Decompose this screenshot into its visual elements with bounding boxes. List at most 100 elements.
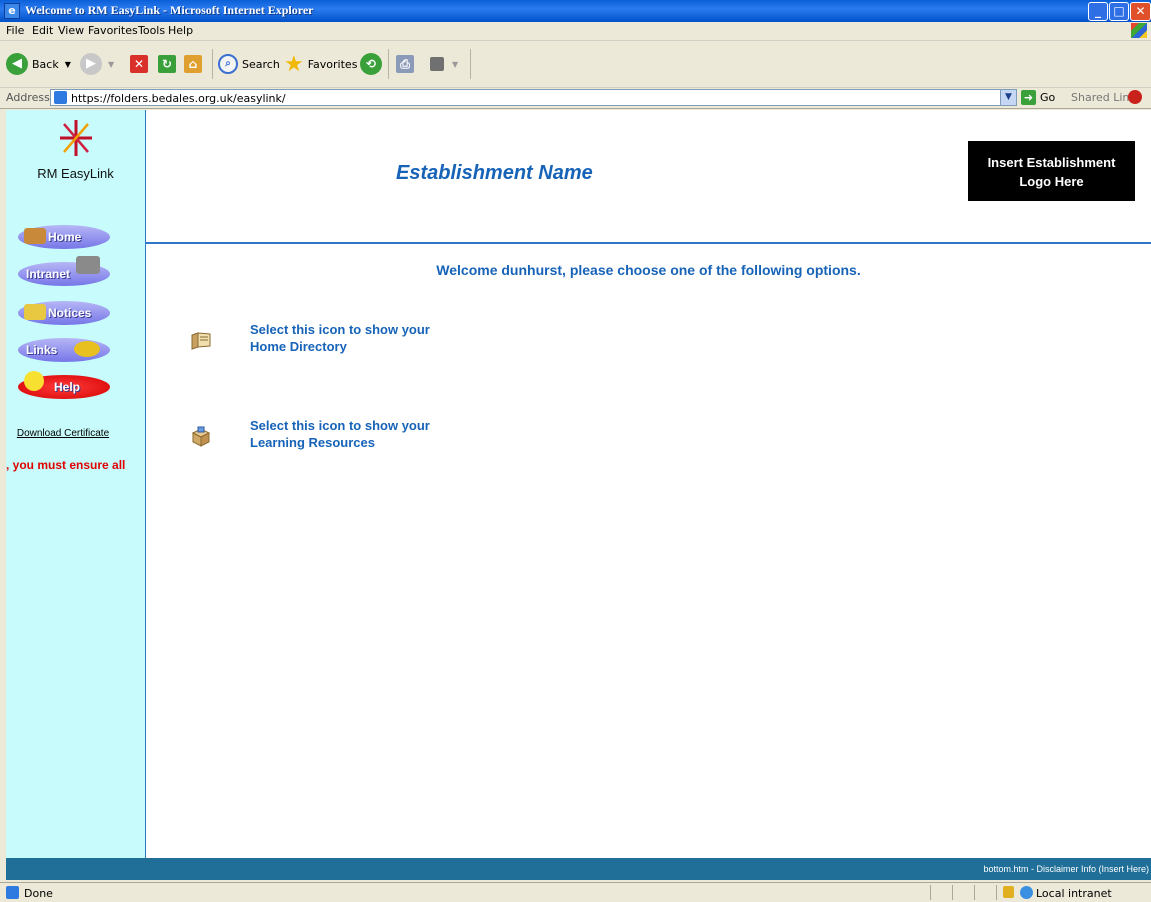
learning-resources-option[interactable]: Select this icon to show your Learning R… — [190, 417, 430, 451]
home-directory-line2[interactable]: Home Directory — [250, 338, 430, 355]
search-button[interactable]: ⌕ Search — [218, 51, 280, 77]
nav-links-label: Links — [26, 343, 58, 357]
forward-arrow-icon: ▶ — [80, 53, 102, 75]
history-button[interactable]: ⟲ — [360, 51, 382, 77]
print-icon: ⎙ — [396, 55, 414, 73]
forward-dropdown-icon[interactable]: ▼ — [108, 60, 114, 69]
nav-intranet-button[interactable]: Intranet — [18, 256, 110, 286]
page-status-icon — [6, 886, 19, 899]
window-title: Welcome to RM EasyLink - Microsoft Inter… — [25, 3, 314, 17]
logo-placeholder-line1: Insert Establishment — [987, 155, 1116, 170]
globe-icon — [1020, 886, 1033, 899]
nav-notices-label: Notices — [48, 306, 92, 320]
rm-star-logo-icon — [60, 120, 92, 156]
nav-notices-button[interactable]: Notices — [18, 301, 110, 325]
toolbar-separator — [212, 49, 213, 79]
establishment-logo-placeholder: Insert Establishment Logo Here — [968, 141, 1135, 201]
print-button[interactable]: ⎙ — [396, 51, 414, 77]
stop-button[interactable]: ✕ — [130, 51, 148, 77]
search-icon: ⌕ — [218, 54, 238, 74]
lightbulb-icon — [24, 371, 44, 391]
edit-dropdown-icon[interactable]: ▼ — [452, 60, 458, 69]
go-arrow-icon: ➜ — [1021, 90, 1036, 105]
home-button[interactable]: ⌂ — [184, 51, 202, 77]
minimize-button[interactable]: _ — [1088, 2, 1108, 21]
maximize-button[interactable]: □ — [1109, 2, 1129, 21]
status-divider — [974, 885, 975, 900]
go-button[interactable]: ➜ Go — [1021, 90, 1055, 105]
learning-resources-line1[interactable]: Select this icon to show your — [250, 417, 430, 434]
footer-disclaimer: bottom.htm - Disclaimer Info (Insert Her… — [983, 864, 1149, 874]
chain-link-icon — [74, 341, 100, 357]
page-icon — [54, 91, 67, 104]
security-zone: Local intranet — [1036, 887, 1112, 900]
edit-icon — [430, 57, 444, 71]
ie-icon: e — [4, 3, 20, 19]
house-icon — [24, 228, 46, 244]
back-arrow-icon: ◀ — [6, 53, 28, 75]
back-label: Back — [32, 57, 59, 71]
title-bar: e Welcome to RM EasyLink - Microsoft Int… — [0, 0, 1151, 22]
menu-view[interactable]: View — [58, 24, 84, 37]
download-certificate-link[interactable]: Download Certificate — [6, 428, 120, 439]
folder-icon[interactable] — [190, 329, 212, 351]
stop-icon: ✕ — [130, 55, 148, 73]
menu-file[interactable]: File — [6, 24, 24, 37]
status-divider — [996, 885, 997, 900]
nav-intranet-label: Intranet — [26, 267, 71, 281]
address-dropdown-icon[interactable]: ▼ — [1000, 90, 1016, 105]
back-button[interactable]: ◀ Back ▼ — [6, 51, 71, 77]
menu-favorites[interactable]: Favorites — [88, 24, 138, 37]
header-divider — [146, 242, 1151, 244]
home-directory-option[interactable]: Select this icon to show your Home Direc… — [190, 321, 430, 355]
certificate-warning-text: , you must ensure all — [6, 458, 126, 472]
home-icon: ⌂ — [184, 55, 202, 73]
history-icon: ⟲ — [360, 53, 382, 75]
address-url[interactable]: https://folders.bedales.org.uk/easylink/ — [71, 92, 286, 105]
menu-edit[interactable]: Edit — [32, 24, 53, 37]
logo-placeholder-line2: Logo Here — [1019, 174, 1084, 189]
star-icon: ★ — [284, 51, 304, 77]
main-content: Establishment Name Insert Establishment … — [146, 110, 1151, 858]
menu-bar: File Edit View Favorites Tools Help — [0, 22, 1151, 41]
nav-home-button[interactable]: Home — [18, 225, 110, 249]
status-text: Done — [24, 887, 53, 900]
toolbar: ◀ Back ▼ ▶ ▼ ✕ ↻ ⌂ ⌕ Search ★ Favorites … — [0, 41, 1151, 88]
address-input[interactable]: https://folders.bedales.org.uk/easylink/… — [50, 89, 1017, 106]
go-label: Go — [1040, 91, 1056, 104]
address-label: Address — [6, 91, 50, 104]
brand-name: RM EasyLink — [37, 166, 114, 181]
edit-button[interactable]: ▼ — [430, 51, 458, 77]
notices-icon — [24, 304, 46, 320]
favorites-label: Favorites — [307, 57, 358, 71]
refresh-icon: ↻ — [158, 55, 176, 73]
favorites-button[interactable]: ★ Favorites — [284, 51, 357, 77]
toolbar-separator — [388, 49, 389, 79]
welcome-message: Welcome dunhurst, please choose one of t… — [436, 262, 861, 278]
lock-icon — [1003, 886, 1014, 898]
menu-tools[interactable]: Tools — [138, 24, 165, 37]
close-button[interactable]: ✕ — [1130, 2, 1151, 21]
resources-box-icon[interactable] — [190, 425, 212, 447]
windows-logo-icon — [1131, 23, 1147, 38]
nav-home-label: Home — [48, 230, 82, 244]
nav-help-label: Help — [54, 380, 81, 394]
nav-help-button[interactable]: Help — [18, 371, 110, 399]
status-divider — [952, 885, 953, 900]
sidebar: RM EasyLink Home Intranet Notices Links … — [6, 110, 146, 858]
toolbar-addon-icon[interactable] — [1128, 90, 1142, 104]
establishment-name: Establishment Name — [396, 162, 593, 184]
menu-help[interactable]: Help — [168, 24, 193, 37]
toolbar-separator — [470, 49, 471, 79]
computer-icon — [76, 256, 100, 274]
address-bar: Address https://folders.bedales.org.uk/e… — [0, 88, 1151, 109]
nav-links-button[interactable]: Links — [18, 338, 110, 362]
learning-resources-line2[interactable]: Learning Resources — [250, 434, 430, 451]
footer-bar: bottom.htm - Disclaimer Info (Insert Her… — [6, 858, 1151, 880]
back-dropdown-icon[interactable]: ▼ — [65, 60, 71, 69]
search-label: Search — [242, 57, 280, 71]
forward-button[interactable]: ▶ ▼ — [80, 51, 114, 77]
home-directory-line1[interactable]: Select this icon to show your — [250, 321, 430, 338]
status-bar: Done Local intranet — [0, 882, 1151, 902]
refresh-button[interactable]: ↻ — [158, 51, 176, 77]
